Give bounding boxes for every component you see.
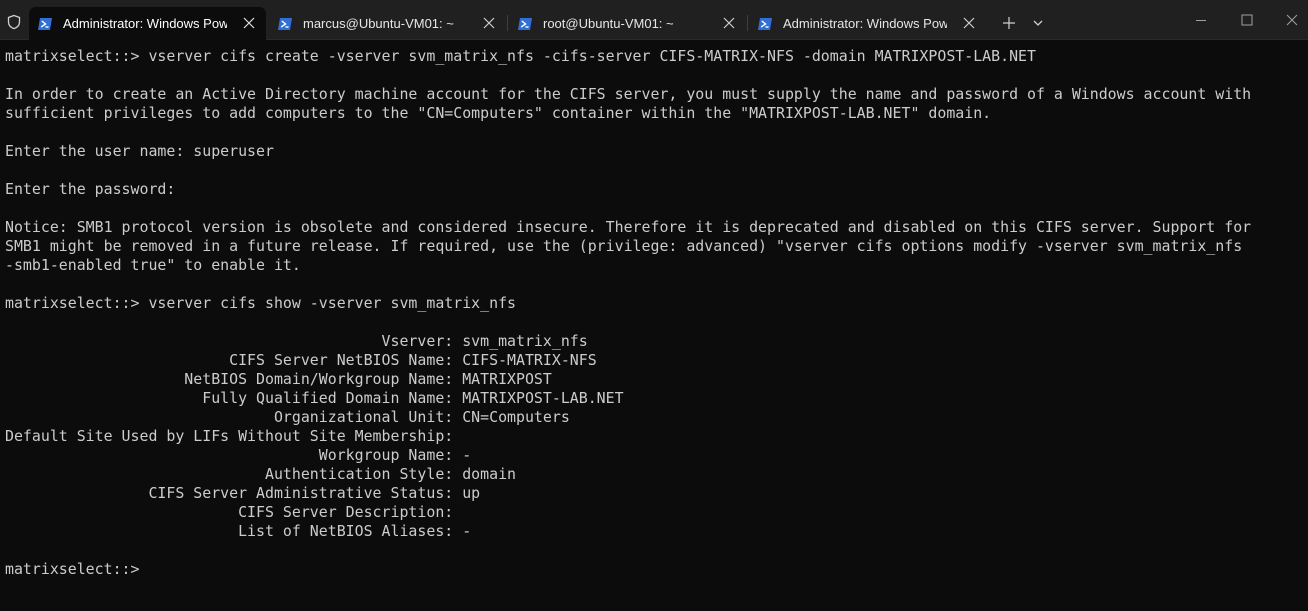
terminal-line: SMB1 might be removed in a future releas… (5, 237, 1243, 255)
tab-administrator-powershell-1[interactable]: Administrator: Windows PowerShell (29, 7, 266, 40)
terminal-line: Notice: SMB1 protocol version is obsolet… (5, 218, 1252, 236)
terminal-line: NetBIOS Domain/Workgroup Name: MATRIXPOS… (5, 370, 552, 388)
terminal-line: Enter the user name: superuser (5, 142, 274, 160)
chevron-down-icon[interactable] (1031, 16, 1045, 30)
tab-separator (747, 15, 748, 31)
tab-administrator-powershell-2[interactable]: Administrator: Windows PowerShell (749, 7, 986, 40)
terminal-line: Fully Qualified Domain Name: MATRIXPOST-… (5, 389, 624, 407)
shield-icon (7, 14, 21, 30)
terminal-line: Default Site Used by LIFs Without Site M… (5, 427, 454, 445)
terminal-line: Vserver: svm_matrix_nfs (5, 332, 588, 350)
maximize-icon[interactable] (1239, 12, 1255, 28)
terminal-line: -smb1-enabled true" to enable it. (5, 256, 301, 274)
terminal-line: List of NetBIOS Aliases: - (5, 522, 472, 540)
terminal-line: sufficient privileges to add computers t… (5, 104, 992, 122)
terminal-line: Authentication Style: domain (5, 465, 517, 483)
terminal-line: Workgroup Name: - (5, 446, 472, 464)
terminal-line: Enter the password: (5, 180, 176, 198)
tab-label: marcus@Ubuntu-VM01: ~ (303, 16, 454, 31)
powershell-icon (278, 17, 292, 30)
powershell-icon (758, 17, 772, 30)
new-tab-plus-icon[interactable] (1001, 15, 1017, 31)
close-window-icon[interactable] (1284, 12, 1300, 28)
terminal-output[interactable]: matrixselect::> vserver cifs create -vse… (5, 47, 1308, 579)
terminal-line: CIFS Server NetBIOS Name: CIFS-MATRIX-NF… (5, 351, 597, 369)
close-icon[interactable] (242, 16, 256, 30)
close-icon[interactable] (482, 16, 496, 30)
terminal-line: matrixselect::> vserver cifs show -vserv… (5, 294, 517, 312)
tab-label: Administrator: Windows PowerShell (783, 16, 947, 31)
tab-separator (507, 15, 508, 31)
tab-marcus-ubuntu[interactable]: marcus@Ubuntu-VM01: ~ (269, 7, 506, 40)
close-icon[interactable] (962, 16, 976, 30)
terminal-line: CIFS Server Administrative Status: up (5, 484, 481, 502)
tab-root-ubuntu[interactable]: root@Ubuntu-VM01: ~ (509, 7, 746, 40)
terminal-line: matrixselect::> vserver cifs create -vse… (5, 47, 1036, 65)
tab-label: root@Ubuntu-VM01: ~ (543, 16, 674, 31)
terminal-line: CIFS Server Description: (5, 503, 454, 521)
tab-label: Administrator: Windows PowerShell (63, 16, 227, 31)
powershell-icon (38, 17, 52, 30)
title-bar: Administrator: Windows PowerShell marcus… (0, 0, 1308, 40)
terminal-line: matrixselect::> (5, 560, 140, 578)
terminal-line: In order to create an Active Directory m… (5, 85, 1252, 103)
close-icon[interactable] (722, 16, 736, 30)
powershell-icon (518, 17, 532, 30)
minimize-icon[interactable] (1193, 12, 1209, 28)
terminal-line: Organizational Unit: CN=Computers (5, 408, 570, 426)
